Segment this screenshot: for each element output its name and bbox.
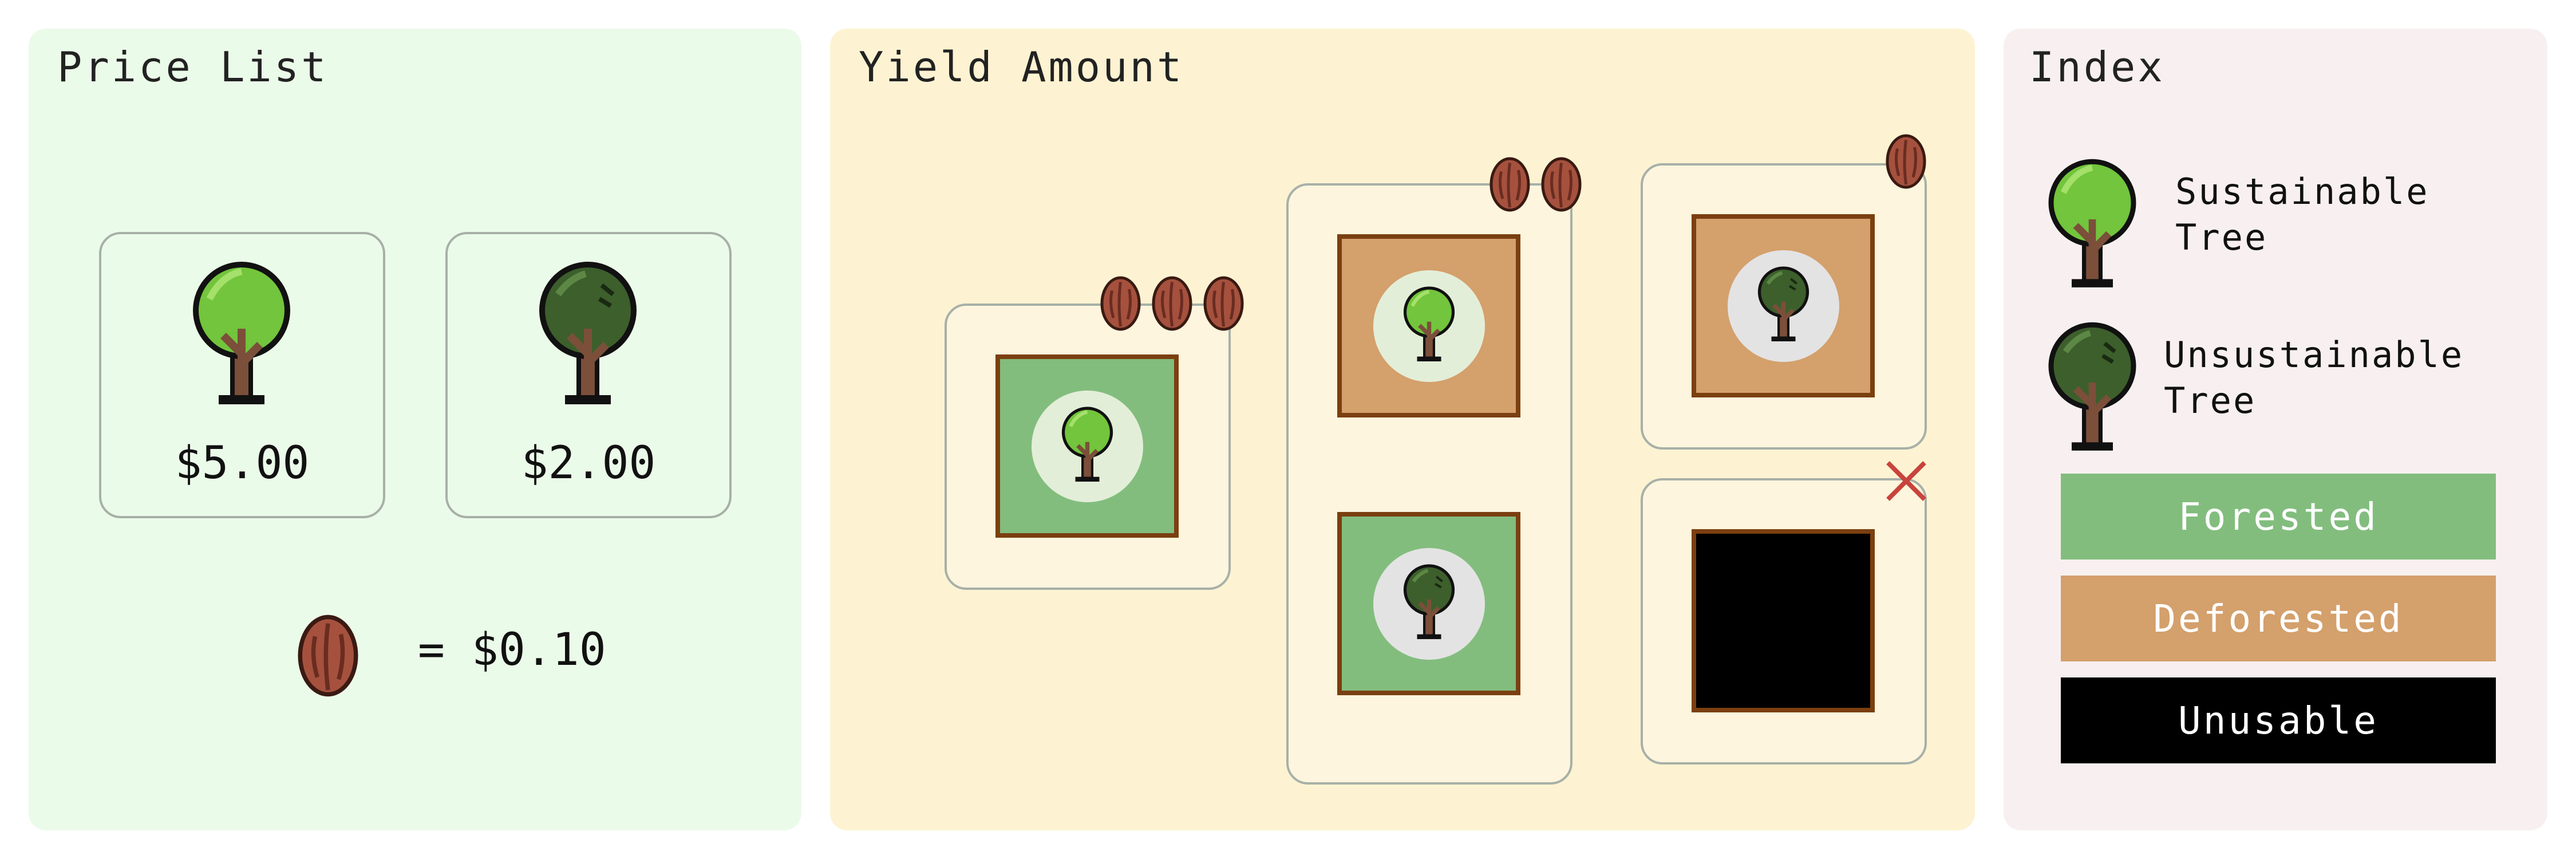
sustainable-tree-icon bbox=[1057, 405, 1117, 485]
seed-icon bbox=[1540, 156, 1583, 213]
sustainable-tree-icon bbox=[2041, 157, 2144, 291]
plot-card bbox=[1641, 478, 1927, 765]
tree-badge bbox=[1728, 250, 1839, 362]
sustainable-label-line1: Sustainable bbox=[2175, 171, 2429, 212]
plot-card bbox=[1641, 163, 1927, 450]
sustainable-price: $5.00 bbox=[175, 438, 310, 489]
sustainable-label-line2: Tree bbox=[2175, 216, 2268, 258]
sustainable-tree-label: Sustainable Tree bbox=[2175, 169, 2429, 261]
seed-icon bbox=[291, 613, 365, 699]
unusable-swatch: Unusable bbox=[2061, 677, 2496, 763]
unsustainable-tree-label: Unsustainable Tree bbox=[2164, 332, 2464, 424]
unsustainable-price-card: $2.00 bbox=[445, 232, 732, 518]
seed-icon bbox=[1884, 133, 1927, 190]
sustainable-price-card: $5.00 bbox=[99, 232, 385, 518]
plot-card bbox=[945, 304, 1231, 590]
unsustainable-label-line2: Tree bbox=[2164, 380, 2257, 421]
seed-rate: = $0.10 bbox=[418, 624, 606, 676]
forested-swatch: Forested bbox=[2061, 474, 2496, 559]
tree-badge bbox=[1032, 391, 1143, 502]
cross-icon bbox=[1886, 461, 1926, 501]
tree-badge bbox=[1373, 270, 1485, 382]
forested-tile bbox=[1337, 512, 1520, 695]
unsustainable-tree-icon bbox=[531, 260, 645, 409]
unsustainable-tree-icon bbox=[1753, 265, 1814, 345]
seed-icon bbox=[1488, 156, 1531, 213]
forested-tile bbox=[995, 354, 1179, 538]
unsustainable-tree-icon bbox=[1399, 562, 1459, 643]
tree-badge bbox=[1373, 548, 1485, 660]
yield-amount-title: Yield Amount bbox=[859, 43, 1184, 91]
price-list-title: Price List bbox=[57, 43, 329, 91]
sustainable-tree-icon bbox=[184, 260, 299, 409]
deforested-tile bbox=[1692, 214, 1875, 397]
unsustainable-price: $2.00 bbox=[521, 438, 656, 489]
deforested-swatch: Deforested bbox=[2061, 576, 2496, 661]
deforested-tile bbox=[1337, 234, 1520, 417]
plot-card bbox=[1286, 183, 1573, 785]
index-title: Index bbox=[2029, 43, 2165, 91]
unsustainable-label-line1: Unsustainable bbox=[2164, 334, 2464, 376]
yield-amount-panel: Yield Amount bbox=[830, 29, 1975, 830]
seed-icon bbox=[1099, 275, 1142, 332]
index-panel: Index Sustainable Tree Unsustainable Tre… bbox=[2004, 29, 2547, 830]
unsustainable-tree-icon bbox=[2041, 321, 2144, 455]
price-list-panel: Price List $5.00 $2.00 = $0.10 bbox=[29, 29, 801, 830]
unusable-tile bbox=[1692, 529, 1875, 712]
sustainable-tree-icon bbox=[1399, 285, 1459, 365]
seed-icon bbox=[1202, 275, 1245, 332]
seed-icon bbox=[1151, 275, 1194, 332]
